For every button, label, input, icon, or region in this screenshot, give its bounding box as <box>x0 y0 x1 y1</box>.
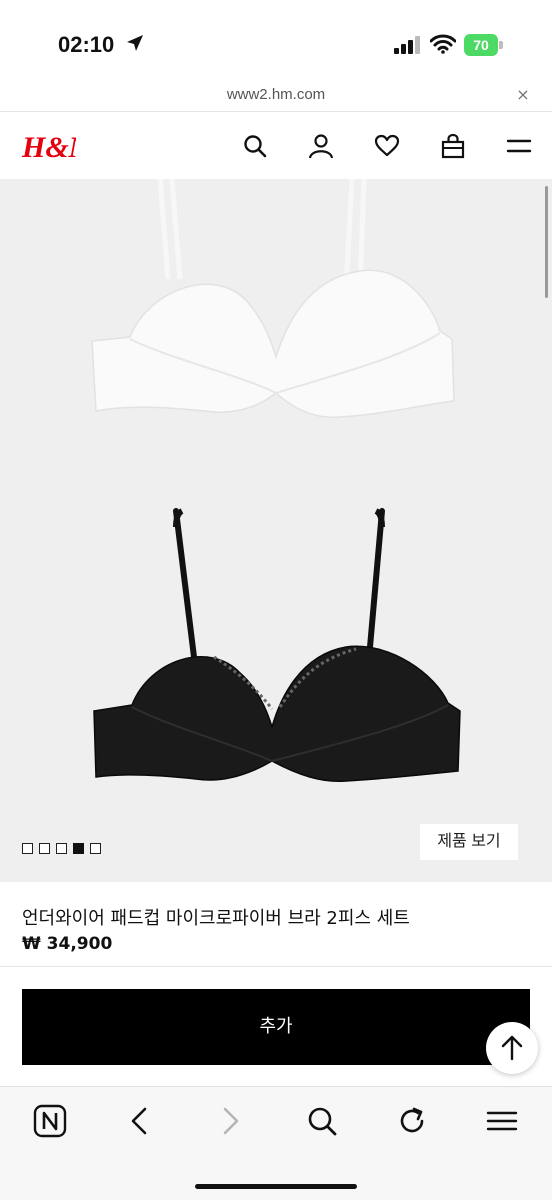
shopping-bag-icon[interactable] <box>440 133 466 159</box>
status-time: 02:10 <box>58 32 115 57</box>
url-text[interactable]: www2.hm.com <box>0 84 552 106</box>
naver-home-icon[interactable] <box>30 1101 70 1141</box>
product-image-carousel[interactable]: 제품 보기 <box>0 179 552 882</box>
scroll-to-top-button[interactable] <box>486 1022 538 1074</box>
scrollbar[interactable] <box>545 186 548 298</box>
battery-indicator: 70 <box>464 34 504 56</box>
add-to-bag-button[interactable]: 추가 <box>22 989 530 1065</box>
home-indicator <box>195 1184 357 1189</box>
carousel-dots <box>22 843 101 855</box>
black-bra-image <box>93 508 461 783</box>
carousel-dot[interactable] <box>90 843 101 854</box>
product-image <box>91 179 461 783</box>
site-header: H&M <box>0 113 552 179</box>
search-icon[interactable] <box>302 1101 342 1141</box>
menu-icon[interactable] <box>482 1101 522 1141</box>
battery-level: 70 <box>473 37 489 53</box>
close-icon[interactable]: × <box>514 84 532 106</box>
view-product-button[interactable]: 제품 보기 <box>420 824 518 860</box>
account-icon[interactable] <box>308 133 334 159</box>
arrow-up-icon <box>501 1035 523 1061</box>
divider <box>0 966 552 967</box>
location-arrow-icon <box>127 35 143 51</box>
back-icon[interactable] <box>120 1101 160 1141</box>
cellular-signal-icon <box>394 36 420 54</box>
white-bra-image <box>91 179 455 419</box>
carousel-dot[interactable] <box>39 843 50 854</box>
url-bar[interactable]: www2.hm.com × <box>0 84 552 112</box>
hm-logo-text: H&M <box>21 131 76 164</box>
status-bar: 02:10 70 <box>0 0 552 84</box>
forward-icon[interactable] <box>210 1101 250 1141</box>
favorites-icon[interactable] <box>374 133 400 159</box>
reload-icon[interactable] <box>392 1101 432 1141</box>
product-price: ₩ 34,900 <box>22 934 113 954</box>
browser-toolbar <box>0 1086 552 1200</box>
product-title: 언더와이어 패드컵 마이크로파이버 브라 2피스 세트 <box>22 908 410 929</box>
menu-icon[interactable] <box>506 133 532 159</box>
carousel-dot[interactable] <box>22 843 33 854</box>
carousel-dot-active[interactable] <box>73 843 84 854</box>
wifi-icon <box>430 34 456 54</box>
search-icon[interactable] <box>242 133 268 159</box>
carousel-dot[interactable] <box>56 843 67 854</box>
product-info: 언더와이어 패드컵 마이크로파이버 브라 2피스 세트 ₩ 34,900 <box>0 882 552 968</box>
hm-logo[interactable]: H&M <box>20 127 76 165</box>
